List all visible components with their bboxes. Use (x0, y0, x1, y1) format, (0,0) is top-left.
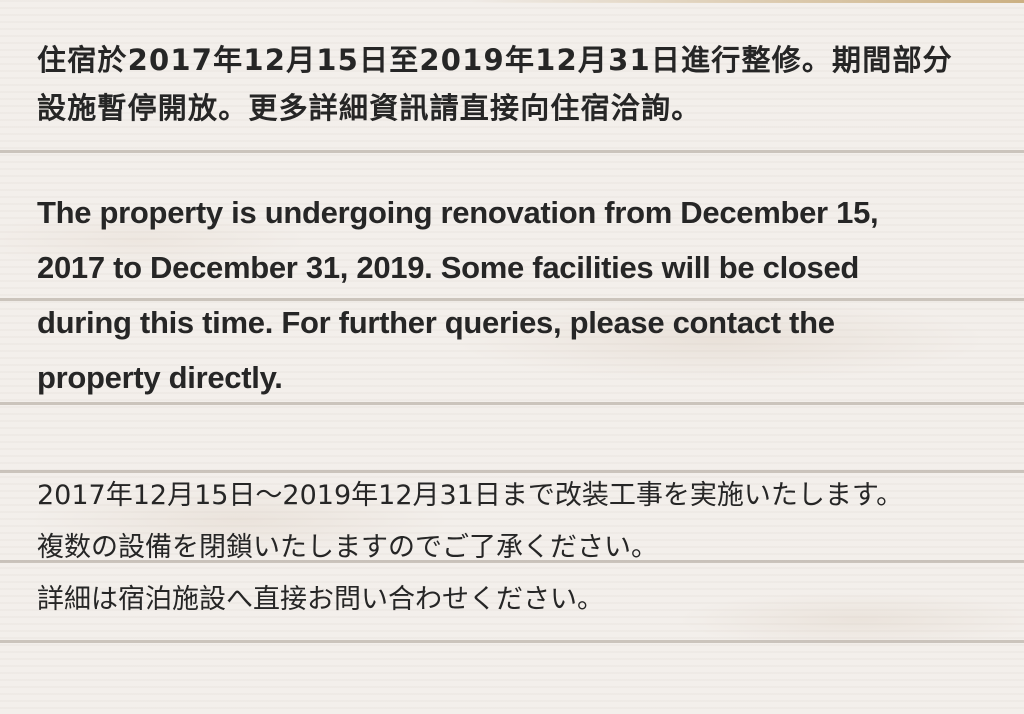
notice-chinese-line: 設施暫停開放。更多詳細資訊請直接向住宿洽詢。 (37, 91, 702, 125)
notice-japanese-line: 詳細は宿泊施設へ直接お問い合わせください。 (37, 584, 604, 615)
notice-japanese-line: 2017年12月15日〜2019年12月31日まで改装工事を実施いたします。 (37, 480, 904, 511)
notice-english-line: 2017 to December 31, 2019. Some faciliti… (37, 250, 860, 285)
notice-chinese-line: 住宿於2017年12月15日至2019年12月31日進行整修。期間部分 (37, 43, 953, 77)
notice-chinese: 住宿於2017年12月15日至2019年12月31日進行整修。期間部分 設施暫停… (37, 36, 997, 132)
top-edge-strip (470, 0, 1024, 3)
notice-japanese: 2017年12月15日〜2019年12月31日まで改装工事を実施いたします。 複… (37, 470, 997, 626)
notice-english: The property is undergoing renovation fr… (37, 185, 997, 405)
notice-english-line: during this time. For further queries, p… (37, 305, 835, 340)
notice-english-line: property directly. (37, 360, 283, 395)
notice-english-line: The property is undergoing renovation fr… (37, 195, 879, 230)
notice-japanese-line: 複数の設備を閉鎖いたしますのでご了承ください。 (37, 532, 658, 563)
